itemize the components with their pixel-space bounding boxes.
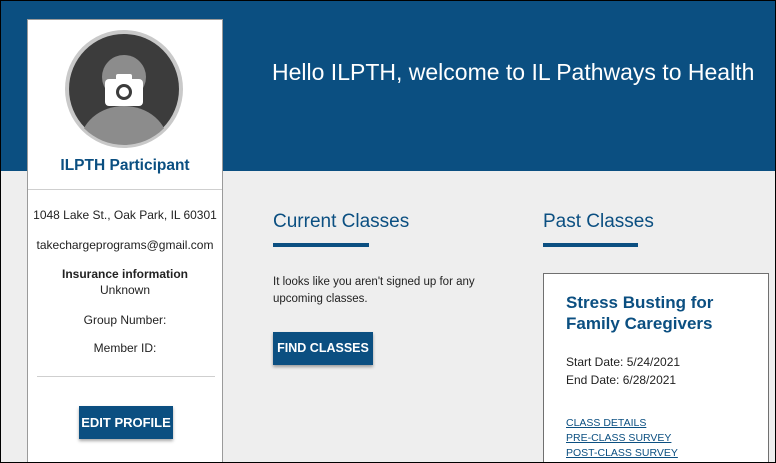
find-classes-button[interactable]: FIND CLASSES [273,332,373,365]
pre-class-survey-link[interactable]: PRE-CLASS SURVEY [566,432,671,444]
insurance-heading: Insurance information [61,267,189,281]
class-end-date: End Date: 6/28/2021 [566,373,677,387]
camera-icon [65,30,183,148]
welcome-heading: Hello ILPTH, welcome to IL Pathways to H… [272,59,755,85]
profile-sidebar: ILPTH Participant 1048 Lake St., Oak Par… [27,19,223,462]
class-details-link[interactable]: CLASS DETAILS [566,417,646,429]
page-frame: Hello ILPTH, welcome to IL Pathways to H… [0,0,776,463]
profile-name: ILPTH Participant [60,157,190,174]
divider [37,376,215,377]
member-id-label: Member ID: [93,341,157,355]
group-number-label: Group Number: [83,313,167,327]
past-class-card: Stress Busting for Family Caregivers Sta… [543,273,769,462]
no-classes-message: It looks like you aren't signed up for a… [273,276,475,305]
current-classes-title: Current Classes [273,211,410,232]
class-start-date: Start Date: 5/24/2021 [566,355,681,369]
profile-email: takechargeprograms@gmail.com [36,238,214,252]
past-classes-title: Past Classes [543,211,654,232]
post-class-survey-link[interactable]: POST-CLASS SURVEY [566,447,678,459]
current-classes-underline [273,243,369,247]
edit-profile-button[interactable]: EDIT PROFILE [79,406,173,439]
avatar[interactable] [64,29,184,149]
profile-address: 1048 Lake St., Oak Park, IL 60301 [33,208,217,222]
insurance-value: Unknown [99,283,151,297]
class-title: Stress Busting for Family Caregivers [566,293,714,333]
past-classes-underline [543,243,638,247]
